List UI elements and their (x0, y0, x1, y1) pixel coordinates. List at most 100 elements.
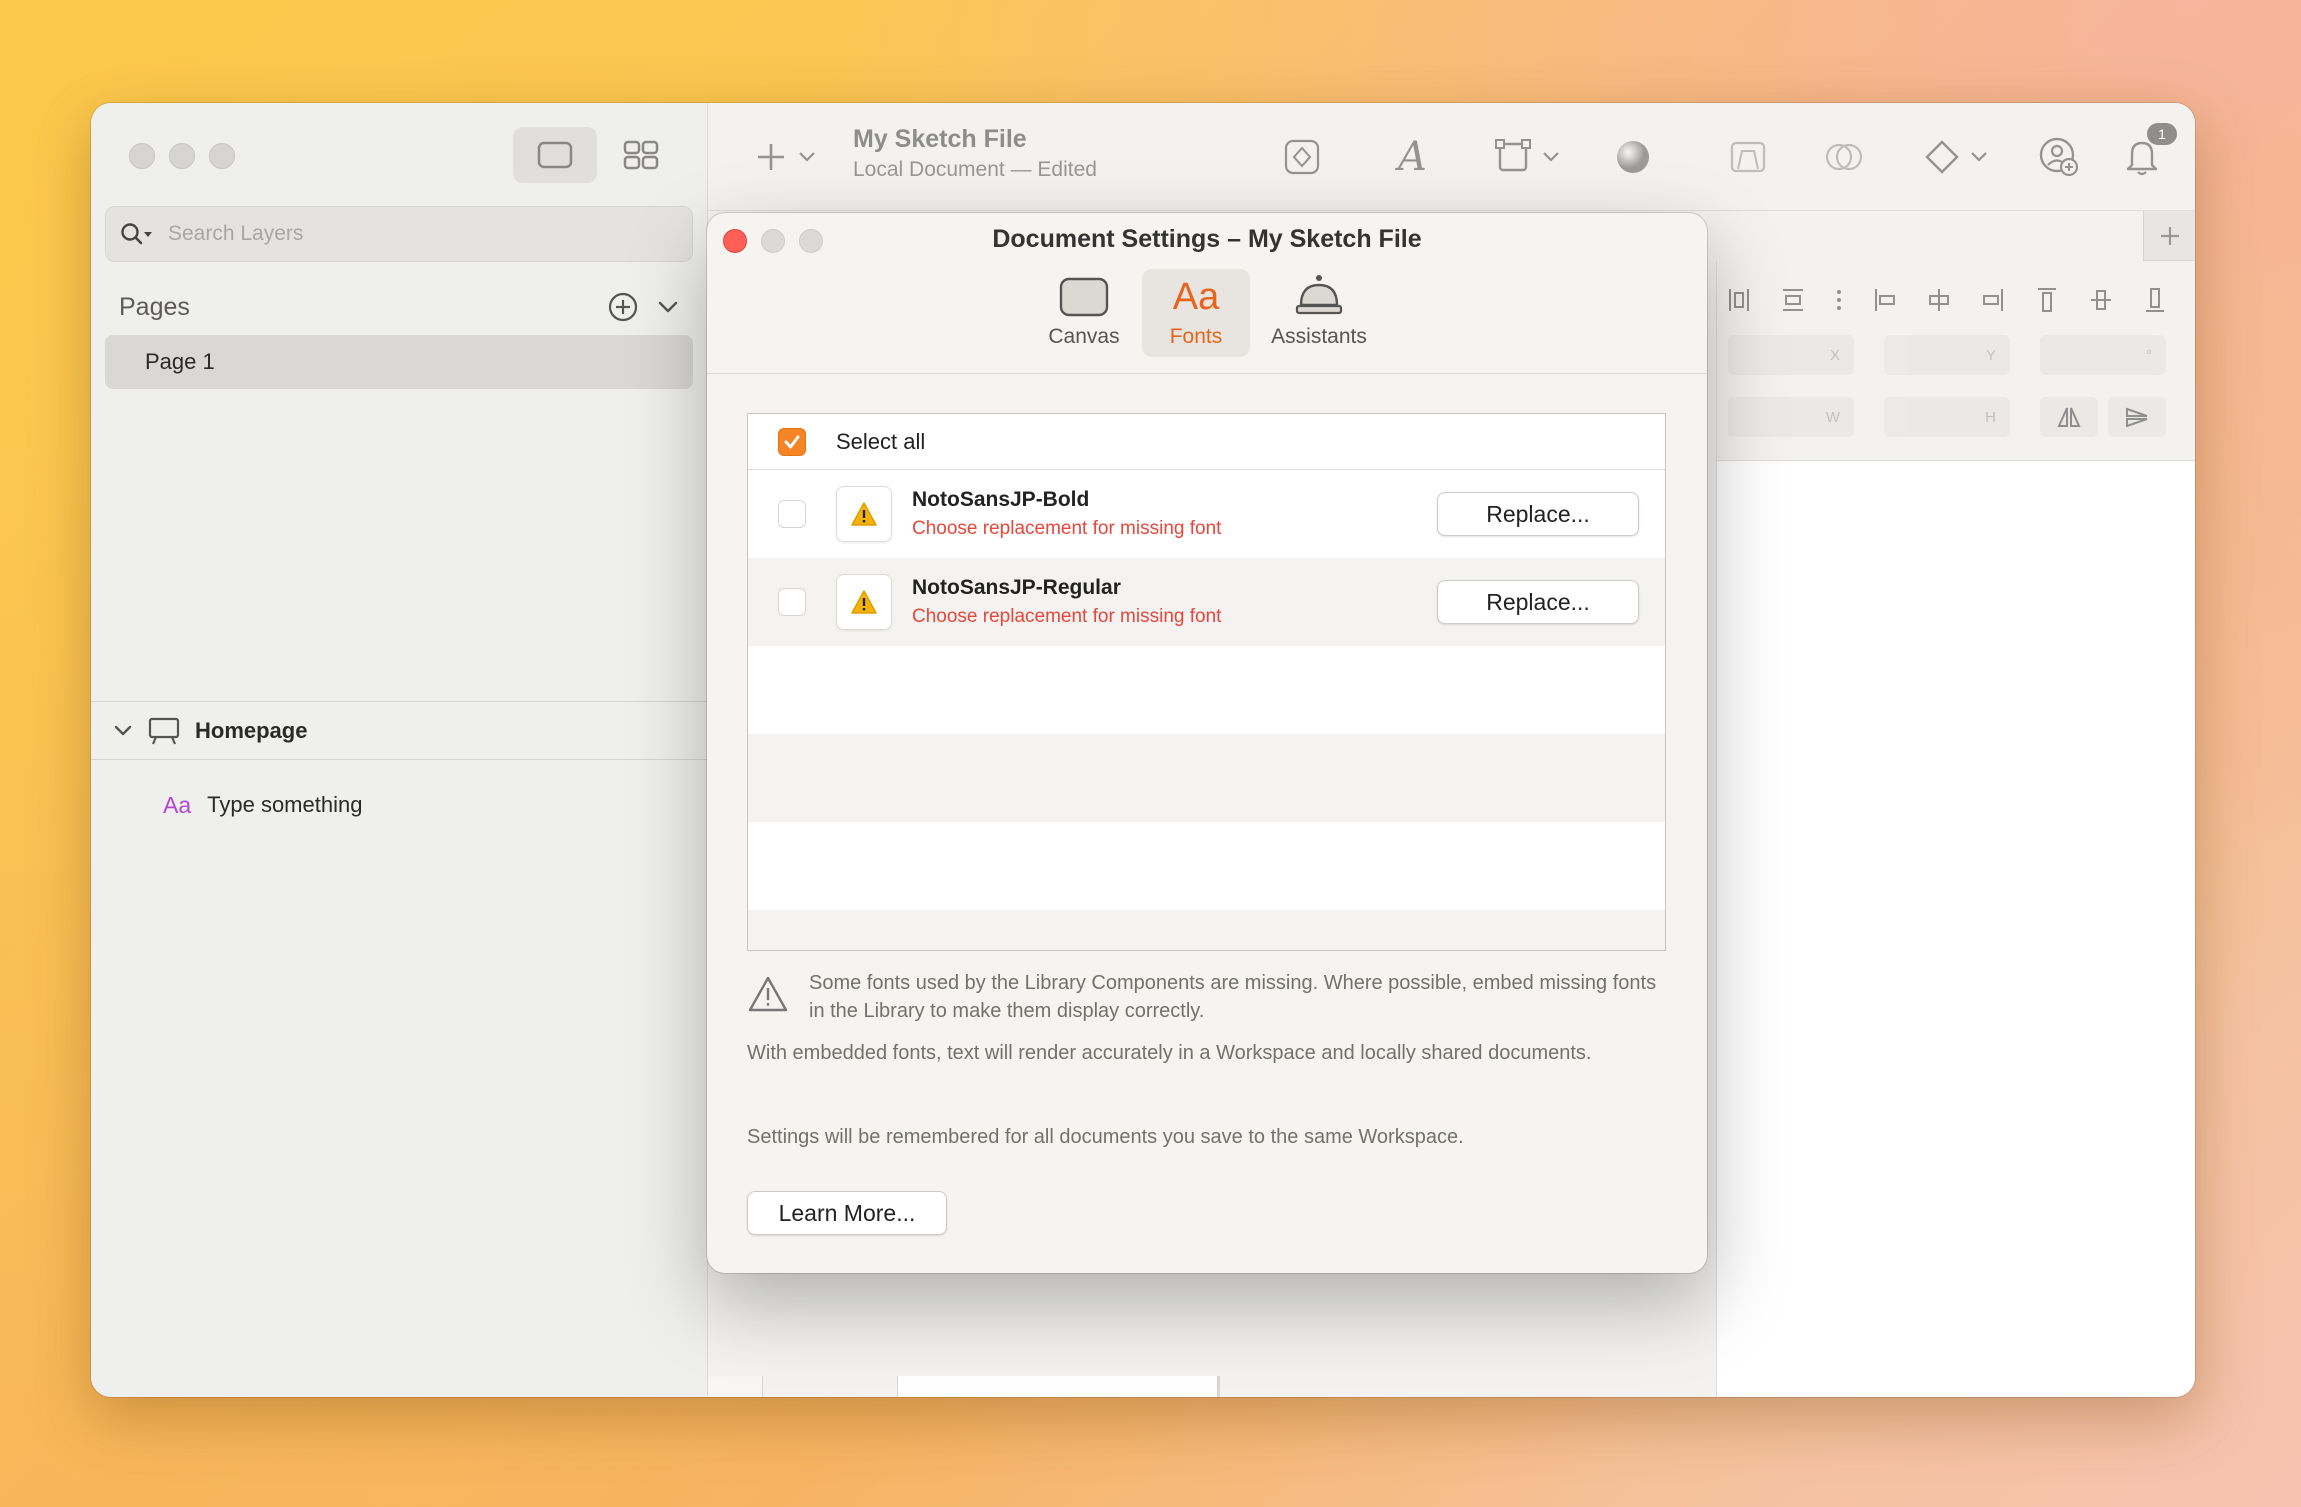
learn-more-button[interactable]: Learn More... (747, 1191, 947, 1235)
pages-header: Pages (119, 283, 679, 331)
divider (91, 701, 708, 702)
font-row: NotoSansJP-Bold Choose replacement for m… (748, 470, 1665, 558)
alignment-toolbar (1727, 285, 2167, 315)
mask-button[interactable] (1728, 131, 1768, 183)
rotation-field[interactable]: ° (2040, 335, 2166, 375)
select-all-label: Select all (836, 428, 926, 454)
divider (707, 373, 1707, 374)
x-field[interactable]: X (1728, 335, 1854, 375)
diamond-icon (1925, 140, 1959, 174)
symbol-icon (1284, 139, 1320, 175)
boolean-button[interactable] (1824, 131, 1864, 183)
empty-row (748, 910, 1665, 950)
artboard-label: Homepage (195, 718, 308, 743)
close-window-button[interactable] (129, 143, 155, 169)
insert-button[interactable] (754, 131, 816, 183)
add-page-icon[interactable] (607, 291, 639, 323)
font-status: Choose replacement for missing font (912, 518, 1222, 539)
width-field[interactable]: W (1728, 397, 1854, 437)
y-field[interactable]: Y (1884, 335, 2010, 375)
text-tool-button[interactable]: A (1398, 131, 1427, 183)
components-button[interactable] (1924, 131, 1988, 183)
tab-assistants-label: Assistants (1271, 325, 1367, 348)
replace-font-button[interactable]: Replace... (1437, 580, 1639, 624)
canvas-view-button[interactable] (513, 127, 597, 183)
canvas-view-icon (537, 141, 573, 169)
page-item[interactable]: Page 1 (105, 335, 693, 389)
style-button[interactable] (1614, 131, 1652, 183)
artboard-preview[interactable] (897, 1376, 1218, 1397)
warning-outline-icon (748, 976, 788, 1012)
warning-icon (851, 590, 877, 614)
tab-canvas[interactable]: Canvas (1030, 269, 1138, 357)
font-checkbox[interactable] (778, 588, 806, 616)
align-top-icon[interactable] (2035, 285, 2059, 315)
share-button[interactable] (2038, 131, 2080, 183)
empty-row (748, 646, 1665, 734)
flip-vertical-icon (2126, 407, 2148, 428)
missing-fonts-warning: Some fonts used by the Library Component… (747, 969, 1667, 1025)
flip-horizontal-icon (2057, 407, 2081, 427)
text-layer-item[interactable]: Aa Type something (163, 783, 362, 827)
artboard-icon (148, 717, 180, 745)
plus-icon (2160, 226, 2179, 245)
flip-horizontal-button[interactable] (2040, 397, 2098, 437)
inspector-panel: X Y ° W H (1716, 261, 2195, 1397)
align-middle-icon[interactable] (2089, 285, 2113, 315)
artboard-layer-homepage[interactable]: Homepage (91, 703, 708, 759)
canvas-divider (1218, 1376, 1220, 1397)
text-tool-icon: A (1398, 134, 1427, 180)
text-layer-label: Type something (207, 792, 363, 817)
settings-tabs: Canvas Aa Fonts Assistants (707, 269, 1707, 357)
divider (91, 759, 708, 760)
chevron-down-icon[interactable] (113, 724, 133, 738)
search-layers-field[interactable]: Search Layers (105, 206, 693, 262)
add-user-icon (2039, 137, 2079, 177)
minimize-window-button[interactable] (169, 143, 195, 169)
align-left-icon[interactable] (1873, 285, 1897, 315)
checkmark-icon (784, 435, 800, 448)
align-center-icon[interactable] (1927, 285, 1951, 315)
fonts-icon: Aa (1172, 276, 1220, 318)
warning-icon-box (836, 486, 892, 542)
font-checkbox[interactable] (778, 500, 806, 528)
select-all-row[interactable]: Select all (748, 414, 1665, 470)
main-toolbar: My Sketch File Local Document — Edited A (708, 103, 2195, 211)
plus-icon (758, 144, 784, 170)
more-icon[interactable] (1835, 285, 1843, 315)
notification-badge: 1 (2147, 123, 2177, 145)
flip-vertical-button[interactable] (2108, 397, 2166, 437)
embedded-fonts-note: With embedded fonts, text will render ac… (747, 1042, 1592, 1064)
search-placeholder: Search Layers (168, 222, 304, 245)
document-status: Local Document — Edited (853, 158, 1097, 181)
replace-font-button[interactable]: Replace... (1437, 492, 1639, 536)
chevron-down-icon[interactable] (657, 300, 679, 314)
warning-icon (851, 502, 877, 526)
chevron-down-icon (1971, 152, 1987, 162)
distribute-horizontal-icon[interactable] (1727, 285, 1751, 315)
shape-tool-button[interactable] (1494, 131, 1560, 183)
page-item-label: Page 1 (145, 349, 215, 374)
document-settings-dialog: Document Settings – My Sketch File Canva… (707, 213, 1707, 1273)
add-tab-button[interactable] (2143, 211, 2195, 261)
select-all-checkbox[interactable] (778, 427, 806, 456)
tab-assistants[interactable]: Assistants (1254, 269, 1384, 357)
height-field[interactable]: H (1884, 397, 2010, 437)
grid-view-icon (623, 140, 659, 170)
distribute-vertical-icon[interactable] (1781, 285, 1805, 315)
tab-canvas-label: Canvas (1048, 325, 1120, 348)
bell-icon (1295, 275, 1343, 315)
search-icon (121, 223, 152, 245)
tab-fonts[interactable]: Aa Fonts (1142, 269, 1250, 357)
align-bottom-icon[interactable] (2143, 285, 2167, 315)
font-status: Choose replacement for missing font (912, 606, 1222, 627)
zoom-window-button[interactable] (209, 143, 235, 169)
align-right-icon[interactable] (1981, 285, 2005, 315)
window-controls (129, 143, 235, 169)
grid-view-button[interactable] (599, 127, 683, 183)
warning-icon-box (836, 574, 892, 630)
chevron-down-icon (1543, 152, 1559, 162)
settings-remembered-note: Settings will be remembered for all docu… (747, 1126, 1464, 1148)
text-layer-icon: Aa (163, 791, 192, 818)
symbol-button[interactable] (1282, 131, 1322, 183)
